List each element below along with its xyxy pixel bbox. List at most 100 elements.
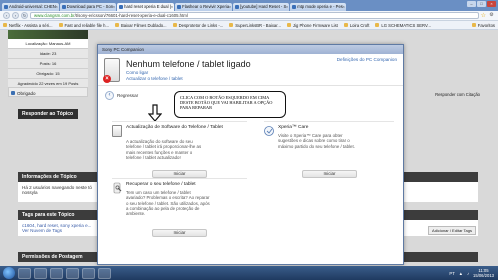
browser-tab[interactable]: Android-universal: CHEN ×: [2, 3, 59, 11]
bookmark-label: Desprotetor de Links -...: [178, 22, 224, 28]
bookmark-label: Favoritos: [477, 22, 495, 28]
tab-close-icon[interactable]: ×: [55, 3, 57, 11]
bookmark-item[interactable]: LG SCHEMATICS SERV...: [375, 23, 431, 28]
start-xperia-care-button[interactable]: Iniciar: [302, 170, 357, 178]
wrench-icon[interactable]: ⚙: [488, 12, 495, 19]
browser-tab[interactable]: Flashear o Revivir Xperia ×: [175, 3, 233, 11]
reply-topic-button[interactable]: Responder ao Tópico: [18, 109, 78, 119]
annotation-callout: CLICA COM O BOTÃO ESQUERDO EM CIMA DESTE…: [174, 91, 286, 118]
close-window-icon[interactable]: ×: [487, 1, 496, 7]
browser-tab[interactable]: Download para PC - Son ×: [59, 3, 117, 11]
tab-label: Android-universal: CHEN: [9, 4, 56, 9]
card-title: Xperia™ Care: [278, 125, 309, 130]
pc-companion-dialog: Sony PC Companion × Nenhum telefone / ta…: [97, 44, 404, 265]
back-label[interactable]: Regressar: [117, 93, 138, 98]
bookmark-label: Fast and reliable file h...: [64, 22, 109, 28]
tag-cloud-link[interactable]: Ver Nuvem de Tags: [22, 228, 62, 233]
reload-icon[interactable]: ↻: [21, 12, 28, 19]
bookmark-favicon-icon: [58, 23, 63, 27]
bookmark-item[interactable]: SuperLinksBR - Baixar...: [229, 23, 281, 28]
start-repair-button[interactable]: Iniciar: [152, 229, 207, 237]
volume-icon[interactable]: ♪: [467, 271, 469, 276]
add-edit-tags-button[interactable]: Adicionar / Editar Tags: [428, 226, 476, 235]
bookmark-favicon-icon: [375, 23, 380, 27]
bookmark-item[interactable]: Baixar Filmes Dublado...: [114, 22, 167, 28]
how-to-connect-link[interactable]: Como ligar: [126, 70, 148, 75]
bookmark-label: Baixar Filmes Dublado...: [120, 22, 167, 28]
media-taskbar-icon[interactable]: [50, 267, 63, 279]
browser-tab[interactable]: mtp mode xperia e - Pes ×: [290, 3, 346, 11]
reply-with-quote-button[interactable]: Responder com Citação: [435, 92, 480, 97]
bookmark-label: Loira Croft: [349, 22, 370, 28]
app-taskbar-icon[interactable]: [82, 267, 95, 279]
tab-label: hard reset xperia E dual (: [124, 4, 172, 9]
repair-device-card: Recuperar o seu telefone / tablet Tem um…: [112, 178, 247, 237]
app-taskbar-icon[interactable]: [98, 267, 111, 279]
dialog-header: × Nenhum telefone / tablet ligado Como l…: [98, 54, 403, 86]
bookmark-label: SuperLinksBR - Baixar...: [235, 22, 281, 28]
windows-taskbar: PT ▲ ♪ 11:05 15/06/2013: [0, 266, 498, 280]
phone-update-icon: [112, 125, 122, 137]
tab-close-icon[interactable]: ×: [113, 3, 115, 11]
bookmark-star-icon[interactable]: ☆: [481, 12, 486, 19]
bookmark-label: Jig Phone Firmware List: [292, 22, 338, 28]
error-x-icon: ×: [103, 75, 111, 83]
card-title: Recuperar o seu telefone / tablet: [126, 182, 196, 187]
start-button-icon[interactable]: [3, 267, 15, 279]
user-stat: Obrigado: 15: [8, 69, 88, 79]
browser-tab[interactable]: [youtube] Hard Reset - S ×: [233, 3, 290, 11]
card-description: Tem um caso um telefone / tablet avariad…: [126, 190, 210, 217]
other-bookmarks[interactable]: Favoritos: [471, 22, 495, 28]
pc-companion-taskbar-icon[interactable]: [66, 267, 79, 279]
repair-wrench-icon: [113, 182, 122, 194]
window-controls: – □ ×: [467, 1, 496, 7]
user-stat: Idade: 23: [8, 49, 88, 59]
folder-icon: [471, 23, 476, 27]
clock-date: 15/06/2013: [473, 273, 494, 278]
tab-close-icon[interactable]: ×: [286, 3, 288, 11]
bookmark-item[interactable]: Desprotetor de Links -...: [172, 22, 224, 28]
bookmark-favicon-icon: [229, 23, 234, 27]
back-arrow-icon[interactable]: ‹: [3, 12, 10, 19]
xperia-care-card: Xperia™ Care Visite o Xperia™ Care para …: [264, 121, 394, 178]
browser-tab-bar: Android-universal: CHEN × Download para P…: [0, 0, 498, 11]
card-title: Actualização de Software do Telefone / T…: [126, 125, 223, 130]
tab-close-icon[interactable]: ×: [229, 3, 231, 11]
explorer-taskbar-icon[interactable]: [18, 267, 31, 279]
thanks-button[interactable]: Obrigado: [8, 87, 88, 97]
system-tray: PT ▲ ♪ 11:05 15/06/2013: [449, 268, 498, 278]
user-location: Localização: Manaus-AM: [8, 39, 88, 49]
tab-close-icon[interactable]: ×: [343, 3, 345, 11]
settings-link[interactable]: Definições do PC Companion: [337, 57, 397, 62]
back-row[interactable]: ‹ Regressar: [105, 91, 138, 100]
tab-favicon-icon: [61, 5, 66, 9]
user-profile-panel: Localização: Manaus-AM Idade: 23 Posts: …: [8, 30, 88, 89]
bookmarks-bar: Netflix - Assista a séri... Fast and rel…: [0, 21, 498, 30]
tab-favicon-icon: [292, 5, 297, 9]
maximize-icon[interactable]: □: [477, 1, 486, 7]
bookmark-favicon-icon: [3, 23, 7, 27]
update-device-link[interactable]: Actualizar o telefone / tablet: [126, 76, 183, 81]
forward-arrow-icon[interactable]: ›: [12, 12, 19, 19]
bookmark-item[interactable]: Loira Croft: [343, 22, 370, 28]
network-icon[interactable]: ▲: [459, 271, 463, 276]
clock[interactable]: 11:05 15/06/2013: [473, 268, 494, 278]
language-indicator[interactable]: PT: [449, 271, 454, 276]
minimize-icon[interactable]: –: [467, 1, 476, 7]
browser-tab-active[interactable]: hard reset xperia E dual (×: [117, 3, 175, 11]
connection-status-title: Nenhum telefone / tablet ligado: [126, 59, 251, 69]
tab-close-icon[interactable]: ×: [171, 3, 173, 11]
chrome-taskbar-icon[interactable]: [34, 267, 47, 279]
back-arrow-icon[interactable]: ‹: [105, 91, 114, 100]
bookmark-item[interactable]: Netflix - Assista a séri...: [3, 23, 53, 28]
tab-label: mtp mode xperia e - Pes: [297, 4, 343, 9]
start-update-button[interactable]: Iniciar: [152, 170, 207, 178]
xperia-care-icon: [264, 126, 274, 136]
bookmark-favicon-icon: [343, 23, 348, 27]
bookmark-item[interactable]: Jig Phone Firmware List: [286, 22, 338, 28]
card-description: Visite o Xperia™ Care para obter sugestõ…: [278, 133, 355, 149]
dialog-title-bar: Sony PC Companion: [98, 45, 403, 54]
bookmark-item[interactable]: Fast and reliable file h...: [58, 22, 109, 28]
url-input[interactable]: www.clangsm.com.br/t/sony-ericsson/76601…: [30, 12, 479, 19]
bookmark-label: Netflix - Assista a séri...: [9, 22, 53, 28]
